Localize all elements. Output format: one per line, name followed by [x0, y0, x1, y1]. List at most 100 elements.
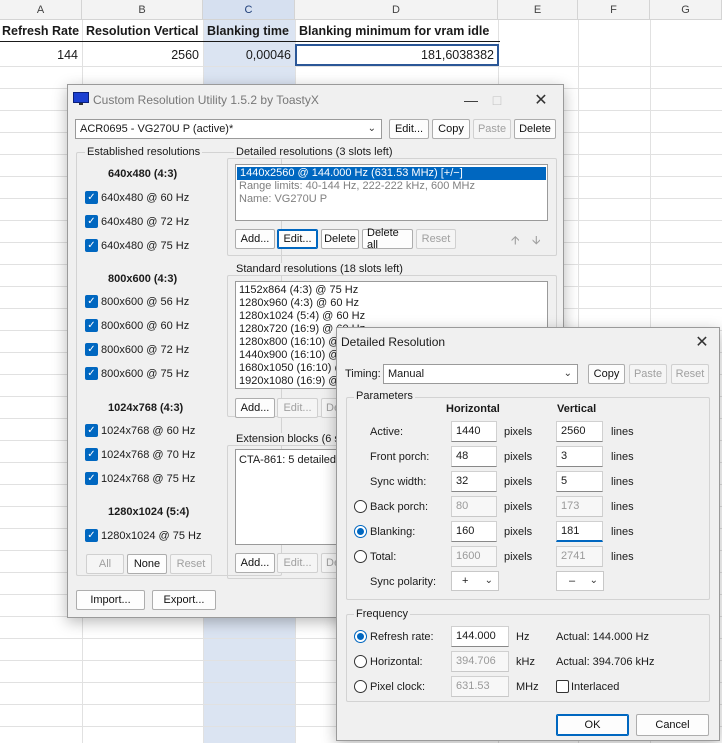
pixel-clock-input[interactable]: 631.53	[451, 676, 509, 697]
maximize-icon[interactable]: □	[486, 90, 508, 110]
h-sync-width-input[interactable]: 32	[451, 471, 497, 492]
cell-a2[interactable]: 144	[0, 44, 82, 66]
checkbox-checked-icon[interactable]: ✓	[85, 295, 98, 308]
cell-c1[interactable]: Blanking time	[205, 20, 295, 42]
monitor-edit-button[interactable]: Edit...	[389, 119, 429, 139]
cell-d1[interactable]: Blanking minimum for vram idle	[297, 20, 498, 42]
horizontal-input[interactable]: 394.706	[451, 651, 509, 672]
est-none-button[interactable]: None	[127, 554, 167, 574]
front-porch-label: Front porch:	[370, 451, 430, 463]
export-button[interactable]: Export...	[152, 590, 216, 610]
unit-label: MHz	[516, 681, 539, 693]
v-total-input[interactable]: 2741	[556, 546, 603, 567]
v-active-input[interactable]: 2560	[556, 421, 603, 442]
sync-width-label: Sync width:	[370, 476, 427, 488]
list-item[interactable]: Name: VG270U P	[236, 193, 547, 206]
back-porch-radio[interactable]	[354, 500, 367, 513]
column-header-g[interactable]: G	[650, 0, 722, 20]
list-item[interactable]: Range limits: 40-144 Hz, 222-222 kHz, 60…	[236, 180, 547, 193]
dialog-paste-button[interactable]: Paste	[629, 364, 667, 384]
standard-edit-button[interactable]: Edit...	[277, 398, 318, 418]
total-radio[interactable]	[354, 550, 367, 563]
list-item[interactable]: 1152x864 (4:3) @ 75 Hz	[236, 284, 547, 297]
extension-edit-button[interactable]: Edit...	[277, 553, 318, 573]
arrow-down-icon[interactable]: 🡫	[532, 231, 541, 252]
detailed-delete-button[interactable]: Delete	[321, 229, 359, 249]
checkbox-checked-icon[interactable]: ✓	[85, 239, 98, 252]
pixel-clock-radio[interactable]	[354, 680, 367, 693]
blanking-label: Blanking:	[370, 526, 416, 538]
close-icon[interactable]: ✕	[691, 332, 713, 352]
est-item-label: 1024x768 @ 75 Hz	[101, 473, 196, 485]
detailed-list[interactable]: 1440x2560 @ 144.000 Hz (631.53 MHz) [+/−…	[235, 164, 548, 221]
checkbox-checked-icon[interactable]: ✓	[85, 319, 98, 332]
cell-c2[interactable]: 0,00046	[203, 44, 295, 66]
h-active-input[interactable]: 1440	[451, 421, 497, 442]
checkbox-checked-icon[interactable]: ✓	[85, 448, 98, 461]
monitor-select[interactable]: ACR0695 - VG270U P (active)* ⌄	[75, 119, 382, 139]
column-header-d[interactable]: D	[295, 0, 498, 20]
v-sync-polarity-select[interactable]: – ⌄	[556, 571, 604, 591]
ok-button[interactable]: OK	[556, 714, 629, 736]
est-all-button[interactable]: All	[86, 554, 124, 574]
dialog-titlebar[interactable]: Detailed Resolution ✕	[337, 328, 719, 356]
cell-a1[interactable]: Refresh Rate	[0, 20, 82, 42]
column-header-f[interactable]: F	[578, 0, 650, 20]
list-item[interactable]: 1280x960 (4:3) @ 60 Hz	[236, 297, 547, 310]
monitor-paste-button[interactable]: Paste	[473, 119, 511, 139]
horizontal-radio[interactable]	[354, 655, 367, 668]
cell-b1[interactable]: Resolution Vertical	[84, 20, 203, 42]
dialog-copy-button[interactable]: Copy	[588, 364, 625, 384]
close-icon[interactable]: ✕	[530, 90, 552, 110]
est-item-label: 1024x768 @ 60 Hz	[101, 425, 196, 437]
refresh-rate-radio[interactable]	[354, 630, 367, 643]
v-sync-width-input[interactable]: 5	[556, 471, 603, 492]
list-item[interactable]: 1280x1024 (5:4) @ 60 Hz	[236, 310, 547, 323]
refresh-rate-input[interactable]: 144.000	[451, 626, 509, 647]
dialog-reset-button[interactable]: Reset	[671, 364, 709, 384]
cell-b2[interactable]: 2560	[82, 44, 203, 66]
unit-label: lines	[611, 526, 634, 538]
monitor-delete-button[interactable]: Delete	[514, 119, 556, 139]
cancel-button[interactable]: Cancel	[636, 714, 709, 736]
list-item[interactable]: 1440x2560 @ 144.000 Hz (631.53 MHz) [+/−…	[237, 167, 546, 180]
checkbox-checked-icon[interactable]: ✓	[85, 343, 98, 356]
cru-titlebar[interactable]: Custom Resolution Utility 1.5.2 by Toast…	[68, 85, 563, 115]
import-button[interactable]: Import...	[76, 590, 145, 610]
v-blanking-input[interactable]: 181	[556, 521, 603, 542]
extension-add-button[interactable]: Add...	[235, 553, 275, 573]
column-header-a[interactable]: A	[0, 0, 82, 20]
refresh-rate-actual: Actual: 144.000 Hz	[556, 631, 649, 643]
h-total-input[interactable]: 1600	[451, 546, 497, 567]
interlaced-checkbox[interactable]	[556, 680, 569, 693]
detailed-reset-button[interactable]: Reset	[416, 229, 456, 249]
checkbox-checked-icon[interactable]: ✓	[85, 529, 98, 542]
h-back-porch-input[interactable]: 80	[451, 496, 497, 517]
est-reset-button[interactable]: Reset	[170, 554, 212, 574]
detailed-delete-all-button[interactable]: Delete all	[362, 227, 413, 251]
standard-add-button[interactable]: Add...	[235, 398, 275, 418]
h-front-porch-input[interactable]: 48	[451, 446, 497, 467]
checkbox-checked-icon[interactable]: ✓	[85, 191, 98, 204]
detailed-add-button[interactable]: Add...	[235, 229, 275, 249]
checkbox-checked-icon[interactable]: ✓	[85, 424, 98, 437]
unit-label: pixels	[504, 551, 533, 563]
column-header-c[interactable]: C	[203, 0, 295, 20]
timing-select[interactable]: Manual ⌄	[383, 364, 578, 384]
checkbox-checked-icon[interactable]: ✓	[85, 472, 98, 485]
unit-label: lines	[611, 501, 634, 513]
detailed-edit-button[interactable]: Edit...	[277, 229, 318, 249]
column-header-b[interactable]: B	[82, 0, 203, 20]
v-back-porch-input[interactable]: 173	[556, 496, 603, 517]
h-blanking-input[interactable]: 160	[451, 521, 497, 542]
minimize-icon[interactable]: —	[460, 90, 482, 110]
monitor-copy-button[interactable]: Copy	[432, 119, 470, 139]
v-front-porch-input[interactable]: 3	[556, 446, 603, 467]
h-sync-polarity-select[interactable]: + ⌄	[451, 571, 499, 591]
active-label: Active:	[370, 426, 404, 438]
arrow-up-icon[interactable]: 🡩	[511, 231, 520, 252]
checkbox-checked-icon[interactable]: ✓	[85, 215, 98, 228]
column-header-e[interactable]: E	[498, 0, 578, 20]
blanking-radio[interactable]	[354, 525, 367, 538]
checkbox-checked-icon[interactable]: ✓	[85, 367, 98, 380]
